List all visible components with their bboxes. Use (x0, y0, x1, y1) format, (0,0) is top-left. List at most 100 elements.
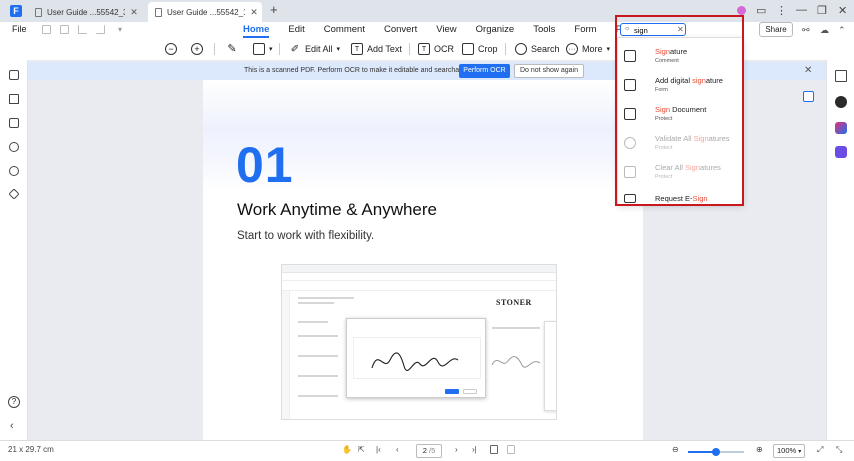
crop-button[interactable]: Crop (462, 41, 498, 57)
ai-tool-icon[interactable] (835, 122, 847, 134)
minimize-icon[interactable]: — (796, 4, 807, 16)
layers-icon[interactable] (8, 188, 20, 200)
collapse-ribbon-icon[interactable]: ⌃ (838, 25, 846, 36)
select-tool-icon[interactable]: ⇱ (358, 445, 365, 454)
chevron-left-icon[interactable]: ‹ (10, 420, 14, 432)
embedded-signature-canvas (353, 337, 481, 379)
menu-organize[interactable]: Organize (476, 23, 515, 38)
clear-search-icon[interactable]: ✕ (677, 25, 684, 34)
page-view-icon[interactable] (507, 445, 515, 454)
message-icon[interactable]: ▭ (756, 4, 766, 17)
reading-mode-icon[interactable]: ⤡ (836, 445, 842, 455)
tab-document-1[interactable]: User Guide ...55542_3.pdf ✕ (28, 2, 142, 22)
dropdown-arrow-icon[interactable]: ▾ (118, 25, 127, 34)
menu-home[interactable]: Home (243, 23, 270, 38)
network-icon[interactable]: ⚯ (802, 25, 810, 36)
maximize-icon[interactable]: ❐ (817, 4, 827, 17)
undo-icon[interactable] (78, 25, 87, 34)
first-page-icon[interactable]: |‹ (376, 445, 381, 454)
add-text-button[interactable]: T Add Text (351, 41, 402, 57)
tab-close-icon[interactable]: ✕ (130, 7, 138, 18)
comment-icon[interactable] (9, 118, 19, 128)
more-vertical-icon[interactable]: ⋮ (776, 4, 787, 17)
single-page-view-icon[interactable] (490, 445, 498, 454)
embedded-text-line (298, 297, 338, 299)
next-page-icon[interactable]: › (455, 445, 458, 454)
cloud-upload-icon[interactable]: ☁ (820, 25, 829, 36)
toolbar-divider (409, 43, 410, 55)
zoom-in-icon[interactable]: ⊕ (756, 445, 763, 454)
toolbar-divider (279, 43, 280, 55)
attachment-icon[interactable] (9, 142, 19, 152)
highlight-button[interactable]: ✎ (226, 41, 238, 57)
fit-page-icon[interactable]: ⤢ (817, 445, 823, 455)
ocr-button[interactable]: T OCR (418, 41, 454, 57)
clear-signature-icon (624, 166, 636, 178)
more-button[interactable]: ··· More ▾ (566, 41, 610, 57)
more-label: More (582, 44, 603, 54)
search-result-sign-document[interactable]: Sign Document Protect (618, 102, 743, 130)
total-pages: /5 (429, 446, 436, 455)
embedded-screenshot: STONER (281, 264, 557, 420)
print-icon[interactable] (60, 25, 69, 34)
zoom-slider-handle[interactable] (712, 448, 720, 456)
ai-assistant-icon[interactable] (835, 96, 847, 108)
search-result-signature[interactable]: Signature Comment (618, 44, 743, 72)
zoom-out-icon[interactable]: ⊖ (672, 445, 679, 454)
menu-view[interactable]: View (436, 23, 456, 38)
share-button[interactable]: Share (759, 22, 793, 37)
perform-ocr-button[interactable]: Perform OCR (459, 64, 510, 78)
menu-edit[interactable]: Edit (288, 23, 304, 38)
shape-button[interactable]: ▾ (253, 41, 273, 57)
zoom-slider[interactable] (688, 448, 744, 456)
close-window-icon[interactable]: ✕ (838, 4, 847, 17)
save-icon[interactable] (42, 25, 51, 34)
last-page-icon[interactable]: ›| (472, 445, 477, 454)
main-menu: Home Edit Comment Convert View Organize … (243, 23, 665, 38)
do-not-show-again-button[interactable]: Do not show again (514, 64, 584, 78)
search-icon[interactable] (9, 166, 19, 176)
command-search-field[interactable]: ☼ ✕ (620, 23, 686, 36)
ai-writer-icon[interactable] (835, 146, 847, 158)
help-icon[interactable]: ? (8, 396, 20, 408)
floating-tool-icon[interactable] (803, 91, 814, 102)
chevron-down-icon: ▾ (269, 46, 273, 53)
hand-tool-icon[interactable]: ✋ (342, 445, 352, 454)
signature-icon (624, 50, 636, 62)
page-number-input[interactable]: 2 /5 (416, 444, 442, 458)
chevron-down-icon: ▾ (798, 449, 802, 455)
new-tab-button[interactable]: + (270, 2, 278, 17)
tab-document-2[interactable]: User Guide ...55542_1.pdf ✕ (148, 2, 262, 22)
menu-form[interactable]: Form (574, 23, 596, 38)
embedded-sidebar (282, 291, 290, 419)
file-menu[interactable]: File (12, 24, 27, 34)
embedded-text-line (298, 321, 328, 323)
zoom-in-button[interactable]: + (191, 41, 203, 57)
command-search-input[interactable] (634, 25, 674, 35)
embedded-signature-preview (491, 356, 541, 368)
avatar[interactable] (737, 6, 746, 15)
tab-close-icon[interactable]: ✕ (250, 7, 258, 18)
menu-convert[interactable]: Convert (384, 23, 417, 38)
menu-tools[interactable]: Tools (533, 23, 555, 38)
properties-icon[interactable] (835, 70, 847, 82)
search-result-add-digital-signature[interactable]: Add digital signature Form (618, 73, 743, 101)
search-result-validate-all-signatures: Validate All Signatures Protect (618, 131, 743, 159)
close-banner-icon[interactable]: ✕ (804, 65, 812, 76)
bookmark-icon[interactable] (9, 94, 19, 104)
search-button[interactable]: Search (515, 41, 560, 57)
previous-page-icon[interactable]: ‹ (396, 445, 399, 454)
sign-document-icon (624, 108, 636, 120)
search-result-request-esign[interactable]: Request E-Sign (618, 189, 743, 204)
chevron-down-icon: ▾ (606, 46, 611, 53)
embedded-tab-bar (282, 265, 556, 273)
edit-all-button[interactable]: ✐ Edit All ▾ (289, 41, 340, 57)
left-sidebar: ? ‹ (0, 60, 28, 440)
page-thumbnails-icon[interactable] (9, 70, 19, 80)
add-text-label: Add Text (367, 44, 402, 54)
zoom-out-button[interactable]: − (165, 41, 177, 57)
redo-icon[interactable] (96, 25, 105, 34)
more-dots-icon: ··· (566, 43, 578, 55)
zoom-level-select[interactable]: 100% ▾ (773, 444, 805, 458)
menu-comment[interactable]: Comment (324, 23, 365, 38)
